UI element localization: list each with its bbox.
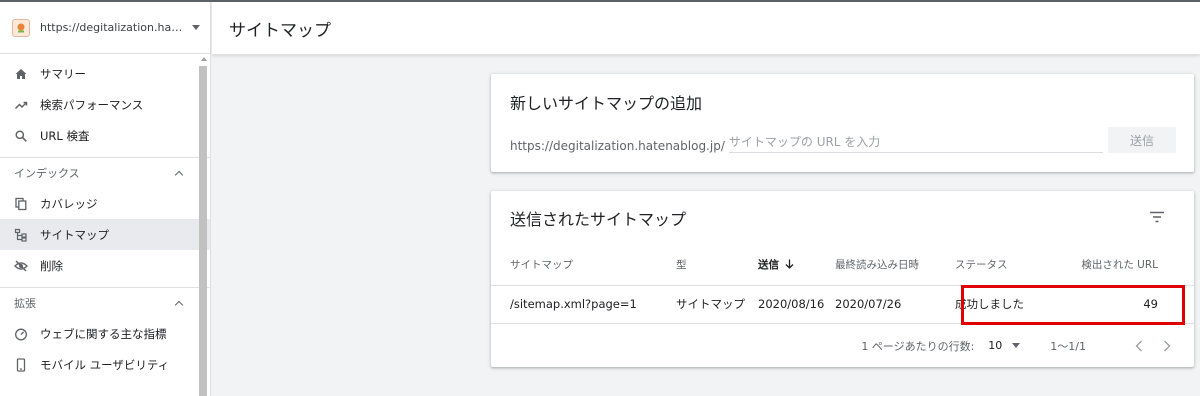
prev-page-button[interactable] <box>1132 339 1146 353</box>
trending-up-icon <box>14 98 28 112</box>
search-icon <box>14 129 28 143</box>
card-title: 新しいサイトマップの追加 <box>510 94 703 113</box>
card-title: 送信されたサイトマップ <box>510 210 687 229</box>
sidebar-item-mobile-usability[interactable]: モバイル ユーザビリティ <box>0 349 210 380</box>
sidebar-scrollbar[interactable] <box>199 66 207 396</box>
scroll-up-arrow-icon[interactable] <box>201 57 207 61</box>
column-header-status[interactable]: ステータス <box>955 245 1065 286</box>
add-sitemap-card: 新しいサイトマップの追加 https://degitalization.hate… <box>491 74 1194 172</box>
sidebar-item-label: ウェブに関する主な指標 <box>40 326 167 341</box>
sidebar-item-url-inspection[interactable]: URL 検査 <box>0 120 210 151</box>
home-icon <box>14 67 28 81</box>
sidebar-item-removals[interactable]: 削除 <box>0 250 210 281</box>
property-url: https://degitalization.hatenab... <box>40 21 184 34</box>
cell-sitemap: /sitemap.xml?page=1 <box>491 285 676 324</box>
cell-type: サイトマップ <box>676 285 758 324</box>
copy-icon <box>14 197 28 211</box>
eye-off-icon <box>14 259 28 273</box>
submit-button[interactable]: 送信 <box>1108 127 1176 153</box>
section-title: インデックス <box>14 167 80 180</box>
section-title: 拡張 <box>14 297 36 310</box>
table-header-row: サイトマップ 型 送信 最終読み込み日時 ステータス 検出された URL <box>491 245 1194 286</box>
sidebar-item-performance[interactable]: 検索パフォーマンス <box>0 89 210 120</box>
sidebar-item-label: 検索パフォーマンス <box>40 97 144 112</box>
url-prefix: https://degitalization.hatenablog.jp/ <box>510 139 725 153</box>
page-title: サイトマップ <box>229 20 331 41</box>
chevron-up-icon <box>174 300 184 309</box>
sidebar-item-core-web-vitals[interactable]: ウェブに関する主な指標 <box>0 318 210 349</box>
chevron-down-icon <box>192 25 200 30</box>
phone-icon <box>14 357 28 372</box>
site-favicon-icon <box>12 18 30 37</box>
filter-icon[interactable] <box>1149 208 1165 223</box>
property-selector[interactable]: https://degitalization.hatenab... <box>0 2 210 54</box>
sitemap-url-row: https://degitalization.hatenablog.jp/ <box>510 133 1103 153</box>
page-header: サイトマップ <box>212 2 1200 55</box>
submitted-sitemaps-card: 送信されたサイトマップ サイトマップ 型 送信 最終読み込み日時 ステータス 検… <box>491 191 1194 367</box>
column-header-discovered-urls[interactable]: 検出された URL <box>1065 245 1194 286</box>
sitemap-icon <box>14 228 28 242</box>
cell-submitted: 2020/08/16 <box>758 285 835 324</box>
sidebar-item-label: サマリー <box>40 66 86 81</box>
sidebar: https://degitalization.hatenab... サマリー 検… <box>0 2 211 396</box>
rows-per-page-label: 1 ページあたりの行数: <box>861 339 975 353</box>
sitemap-url-input[interactable] <box>728 133 1103 153</box>
sidebar-nav: サマリー 検索パフォーマンス URL 検査 インデックス カバレッジ サイトマッ… <box>0 54 210 380</box>
cell-last-read: 2020/07/26 <box>835 285 955 324</box>
column-header-type[interactable]: 型 <box>676 245 758 286</box>
sidebar-item-coverage[interactable]: カバレッジ <box>0 188 210 219</box>
arrow-down-icon <box>785 259 794 272</box>
sidebar-item-label: モバイル ユーザビリティ <box>40 357 170 372</box>
sidebar-item-label: カバレッジ <box>40 196 98 211</box>
column-header-label: 送信 <box>758 259 779 272</box>
sidebar-item-sitemaps[interactable]: サイトマップ <box>0 219 210 250</box>
sidebar-item-label: URL 検査 <box>40 128 90 143</box>
column-header-sitemap[interactable]: サイトマップ <box>491 245 676 286</box>
chevron-down-icon[interactable] <box>1012 343 1021 348</box>
chevron-up-icon <box>174 170 184 179</box>
sidebar-item-label: サイトマップ <box>40 227 109 242</box>
page-range: 1〜1/1 <box>1050 339 1086 353</box>
next-page-button[interactable] <box>1160 339 1174 353</box>
pagination: 1 ページあたりの行数: 10 1〜1/1 <box>861 324 1194 367</box>
sidebar-item-label: 削除 <box>40 258 63 273</box>
rows-per-page-select[interactable]: 10 <box>988 339 1002 352</box>
section-index-header[interactable]: インデックス <box>0 158 210 188</box>
speed-icon <box>14 327 28 341</box>
section-enhancements-header[interactable]: 拡張 <box>0 288 210 318</box>
column-header-submitted[interactable]: 送信 <box>758 245 835 286</box>
column-header-last-read[interactable]: 最終読み込み日時 <box>835 245 955 286</box>
sidebar-item-summary[interactable]: サマリー <box>0 58 210 89</box>
status-highlight-box <box>961 285 1185 325</box>
